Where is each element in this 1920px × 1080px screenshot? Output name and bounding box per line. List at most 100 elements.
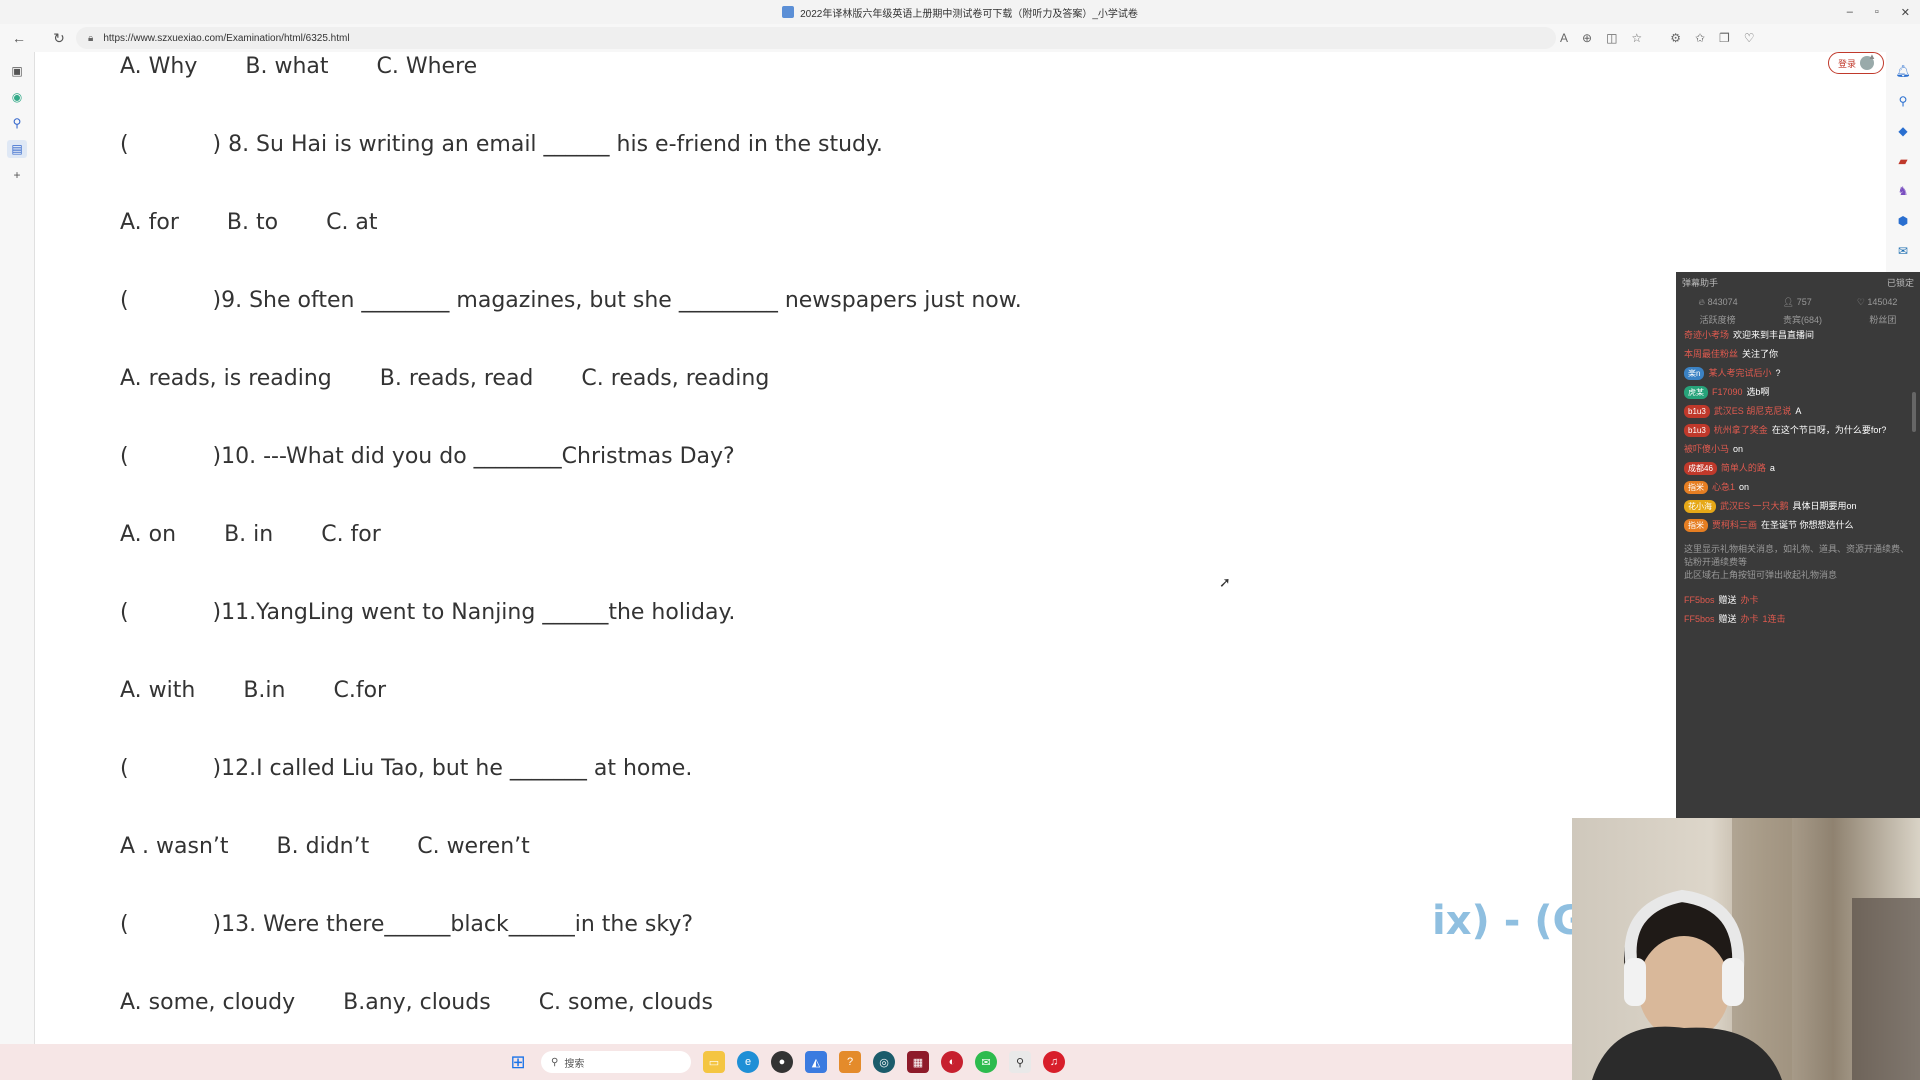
outlook-icon[interactable]: ✉ xyxy=(1886,236,1920,266)
answer-options: A. on B. in C. for xyxy=(120,522,429,547)
answer-option: C. reads, reading xyxy=(581,366,770,391)
fan-badge: b1u3 xyxy=(1684,424,1710,437)
maximize-button[interactable]: ▫ xyxy=(1875,6,1879,18)
favorites-icon[interactable]: ✩ xyxy=(1695,31,1705,45)
windows-start-icon[interactable]: ⊞ xyxy=(507,1051,529,1073)
chat-text: 欢迎来到丰昌直播间 xyxy=(1733,330,1815,340)
answer-option: B. didn’t xyxy=(276,834,370,859)
gift-system-note: 这里显示礼物相关消息，如礼物、道具、资源开通续费、钻粉开通续费等 此区域右上角按… xyxy=(1676,535,1920,590)
tab-vip[interactable]: 贵宾(684) xyxy=(1783,313,1822,326)
chat-username[interactable]: 本周最佳粉丝 xyxy=(1684,349,1738,359)
extensions-icon[interactable]: ⚙ xyxy=(1670,31,1681,45)
split-screen-icon[interactable]: ◫ xyxy=(1606,31,1617,45)
tab-current-page-icon[interactable]: ▤ xyxy=(0,136,34,162)
chat-lock-status[interactable]: 已锁定 xyxy=(1887,276,1914,289)
netease-music-icon[interactable]: ♫ xyxy=(1043,1051,1065,1073)
read-aloud-icon[interactable]: A xyxy=(1560,31,1568,45)
system-note-line-1: 这里显示礼物相关消息，如礼物、道具、资源开通续费、钻粉开通续费等 xyxy=(1684,544,1910,567)
answer-option: B.any, clouds xyxy=(343,990,491,1015)
browser-essentials-icon[interactable]: ♡ xyxy=(1744,31,1755,45)
answer-option: A. on xyxy=(120,522,177,547)
chat-header: 弹幕助手 已锁定 xyxy=(1676,272,1920,292)
gift-message: FF5bos 赠送 办卡 xyxy=(1676,590,1920,609)
chat-message: 指米 贾柯科三画 在圣诞节 你想想选什么 xyxy=(1676,516,1920,535)
taskbar-search-box[interactable]: ⚲ 搜索 xyxy=(541,1051,691,1073)
gift-verb: 赠送 xyxy=(1718,614,1737,624)
chat-message: 楽n 某人考完试后小? xyxy=(1676,364,1920,383)
file-explorer-icon[interactable]: ▭ xyxy=(703,1051,725,1073)
tab-search-icon[interactable]: ⚲ xyxy=(0,110,34,136)
chat-text: ? xyxy=(1775,368,1781,378)
close-button[interactable]: ✕ xyxy=(1901,6,1910,19)
favorite-star-icon[interactable]: ☆ xyxy=(1631,31,1642,45)
answer-option: A. some, cloudy xyxy=(120,990,296,1015)
chat-username[interactable]: 简单人的路 xyxy=(1721,463,1766,473)
question-text: ( )13. Were there______black______in the… xyxy=(120,912,694,937)
new-tab-plus-icon[interactable]: + xyxy=(0,162,34,188)
chat-message: 成都46 简单人的路 a xyxy=(1676,459,1920,478)
chat-tabs: 活跃度榜 贵宾(684) 粉丝团 xyxy=(1676,312,1920,326)
sidebar-search-icon[interactable]: ⚲ xyxy=(1886,86,1920,116)
answer-option: A. with xyxy=(120,678,196,703)
chat-message: 虎某 F17090 选b啊 xyxy=(1676,383,1920,402)
chat-username[interactable]: 某人考完试后小 xyxy=(1708,368,1771,378)
chat-username[interactable]: 武汉ES 一只大鹅 xyxy=(1720,501,1789,511)
tab-fan-club[interactable]: 粉丝团 xyxy=(1869,313,1896,326)
edge-browser-icon[interactable]: e xyxy=(737,1051,759,1073)
shopping-tag-icon[interactable]: ◆ xyxy=(1886,116,1920,146)
url-text[interactable]: https://www.szxuexiao.com/Examination/ht… xyxy=(103,33,349,44)
tab-page-icon[interactable]: ◉ xyxy=(0,84,34,110)
chat-username[interactable]: 奇迹小考场 xyxy=(1684,330,1729,340)
minimize-button[interactable]: – xyxy=(1847,6,1853,18)
fan-badge: 楽n xyxy=(1684,367,1705,380)
chat-message: 指米 心急1 on xyxy=(1676,478,1920,497)
gift-message-list: FF5bos 赠送 办卡 FF5bos 赠送 办卡 1连击 xyxy=(1676,590,1920,628)
webcam-feed xyxy=(1572,818,1920,1080)
answer-options: A. for B. to C. at xyxy=(120,210,426,235)
chat-username[interactable]: 杭州拿了奖金 xyxy=(1714,425,1768,435)
answer-options: A. with B.in C.for xyxy=(120,678,434,703)
notification-bell-icon[interactable]: 🔔︎ xyxy=(1886,56,1920,86)
wechat-icon[interactable]: ✉ xyxy=(975,1051,997,1073)
chat-scrollbar[interactable] xyxy=(1912,392,1916,432)
chat-username[interactable]: 心急1 xyxy=(1712,482,1735,492)
app-icon-red-circle[interactable]: ◐ xyxy=(941,1051,963,1073)
browser-toolbar: ← ↻ 🔒︎ https://www.szxuexiao.com/Examina… xyxy=(0,24,1920,74)
question-text: ( )9. She often ________ magazines, but … xyxy=(120,288,1022,313)
answer-option: A. for xyxy=(120,210,179,235)
chat-message: b1u3 杭州拿了奖金 在这个节日呀，为什么要for? xyxy=(1676,421,1920,440)
chat-title: 弹幕助手 xyxy=(1682,277,1719,288)
chat-text: 关注了你 xyxy=(1742,349,1779,359)
app-icon-dark[interactable]: ● xyxy=(771,1051,793,1073)
question-text: ( )10. ---What did you do ________Christ… xyxy=(120,444,735,469)
app-icon-blue[interactable]: ◭ xyxy=(805,1051,827,1073)
question-text: ( )11.YangLing went to Nanjing ______the… xyxy=(120,600,736,625)
address-bar[interactable]: 🔒︎ https://www.szxuexiao.com/Examination… xyxy=(76,27,1556,49)
question-text: ( ) 8. Su Hai is writing an email ______… xyxy=(120,132,883,157)
chat-text: on xyxy=(1739,482,1750,492)
app-icon-orange[interactable]: ? xyxy=(839,1051,861,1073)
app-icon-red-box[interactable]: ▦ xyxy=(907,1051,929,1073)
zoom-icon[interactable]: ⊕ xyxy=(1582,31,1592,45)
search-app-icon[interactable]: ⚲ xyxy=(1009,1051,1031,1073)
scroll-up-arrow-icon[interactable]: ▲ xyxy=(1868,52,1876,61)
answer-option: C. at xyxy=(326,210,378,235)
chat-username[interactable]: 武汉ES 胡尼克尼说 xyxy=(1714,406,1792,416)
answer-option: B. to xyxy=(226,210,279,235)
games-icon[interactable]: ♞ xyxy=(1886,176,1920,206)
tab-actions-icon[interactable]: ▣ xyxy=(0,58,34,84)
microsoft-365-icon[interactable]: ⬢ xyxy=(1886,206,1920,236)
app-icon-teal[interactable]: ◎ xyxy=(873,1051,895,1073)
refresh-icon[interactable]: ↻ xyxy=(46,30,72,47)
tab-activity-rank[interactable]: 活跃度榜 xyxy=(1700,313,1736,326)
lock-icon[interactable]: 🔒︎ xyxy=(88,33,93,44)
toolbox-icon[interactable]: ▰ xyxy=(1886,146,1920,176)
collections-icon[interactable]: ❐ xyxy=(1719,31,1730,45)
chat-message: 花小海 武汉ES 一只大鹅 具体日期要用on xyxy=(1676,497,1920,516)
chat-username[interactable]: F17090 xyxy=(1712,387,1743,397)
back-arrow-icon[interactable]: ← xyxy=(6,30,32,46)
like-count: ♡ 145042 xyxy=(1856,296,1898,307)
answer-option: B.in xyxy=(243,678,286,703)
chat-username[interactable]: 贾柯科三画 xyxy=(1712,520,1757,530)
chat-username[interactable]: 被吓傻小马 xyxy=(1684,444,1729,454)
